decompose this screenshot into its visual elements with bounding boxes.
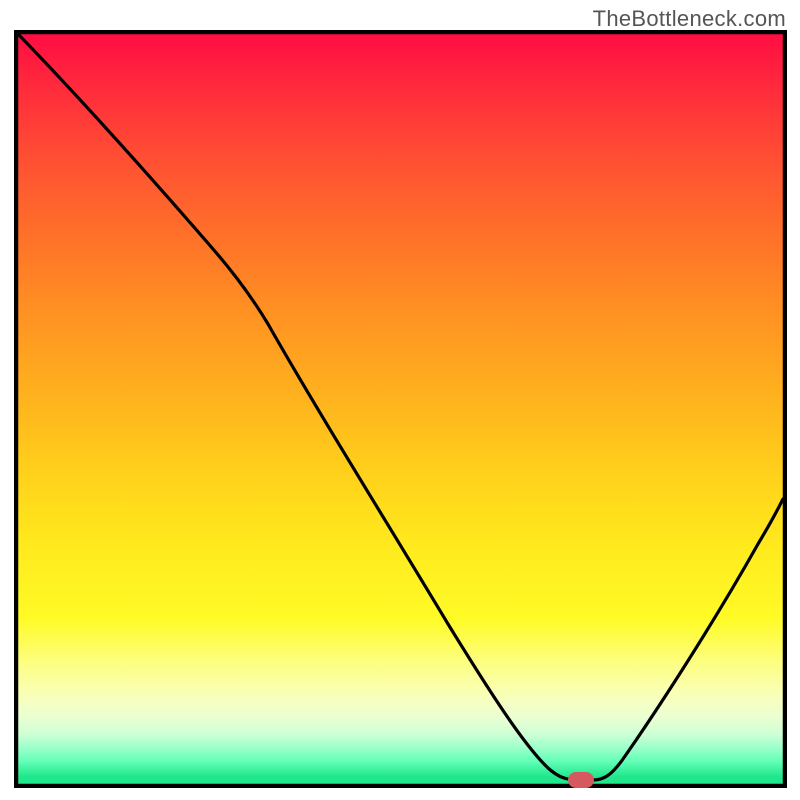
watermark-text: TheBottleneck.com — [593, 6, 786, 32]
bottleneck-curve-path — [18, 34, 783, 780]
optimal-point-marker — [568, 772, 594, 788]
chart-curve — [18, 34, 783, 784]
